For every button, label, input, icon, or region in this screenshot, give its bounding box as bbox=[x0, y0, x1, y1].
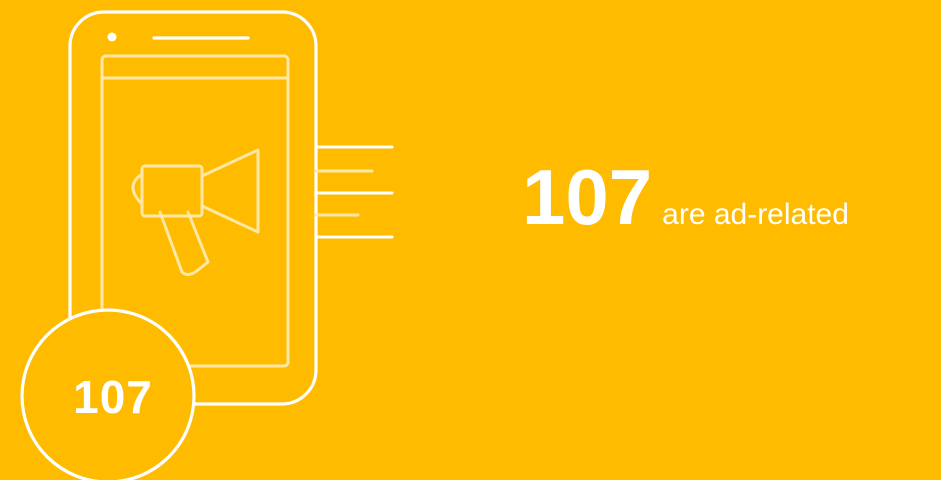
camera-dot bbox=[107, 32, 117, 42]
megaphone-cone bbox=[200, 148, 260, 234]
megaphone-body bbox=[140, 164, 204, 218]
ad-related-stat: 107 are ad-related bbox=[522, 158, 849, 236]
count-badge-number: 107 bbox=[73, 371, 153, 423]
page: { "colors": { "background": "#FFBB00", "… bbox=[0, 0, 941, 480]
stat-label: are ad-related bbox=[662, 198, 849, 231]
speed-lines-icon bbox=[314, 145, 394, 239]
megaphone-handle bbox=[158, 210, 210, 277]
megaphone-icon bbox=[131, 148, 260, 277]
stat-number: 107 bbox=[522, 153, 653, 241]
